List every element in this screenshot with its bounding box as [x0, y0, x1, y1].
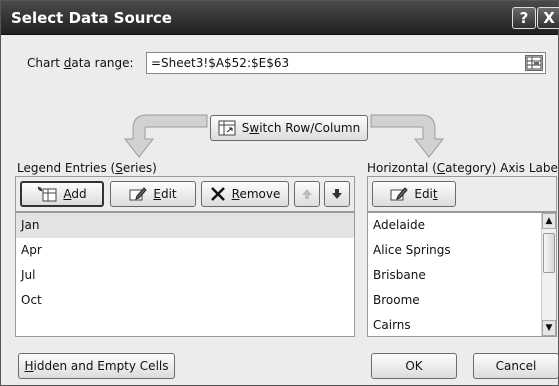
range-collapse-icon[interactable] [525, 55, 543, 71]
move-down-arrow-icon [331, 188, 343, 200]
axis-list-scrollbar[interactable]: ▲ ▼ [541, 213, 556, 336]
ok-button[interactable]: OK [371, 353, 457, 379]
add-series-button[interactable]: Add [20, 181, 104, 207]
edit-axis-labels-label: Edit [414, 187, 438, 201]
move-down-button[interactable] [324, 181, 350, 207]
edit-pencil-icon [129, 186, 148, 202]
edit-series-label: Edit [153, 187, 177, 201]
add-series-label: Add [63, 187, 87, 201]
list-item[interactable]: Cairns [368, 313, 556, 336]
list-item[interactable]: Brisbane [368, 263, 556, 288]
list-item[interactable]: Jul [16, 263, 354, 288]
cancel-button[interactable]: Cancel [473, 353, 559, 379]
list-item[interactable]: Broome [368, 288, 556, 313]
select-data-source-dialog: Select Data Source ? X Chart data range:… [0, 0, 559, 386]
chart-data-range-value: =Sheet3!$A$52:$E$63 [151, 56, 290, 70]
close-button[interactable]: X [537, 7, 559, 29]
switch-row-column-label: Switch Row/Column [241, 121, 361, 135]
move-up-arrow-icon [301, 188, 313, 200]
scroll-down-arrow-icon[interactable]: ▼ [542, 320, 556, 336]
edit-series-button[interactable]: Edit [110, 181, 196, 207]
remove-x-icon [210, 186, 226, 202]
list-item[interactable]: Oct [16, 288, 354, 313]
dialog-title: Select Data Source [11, 9, 172, 27]
remove-series-button[interactable]: Remove [201, 181, 289, 207]
help-button[interactable]: ? [512, 7, 536, 29]
list-item[interactable]: Alice Springs [368, 238, 556, 263]
remove-series-label: Remove [231, 187, 281, 201]
list-item[interactable]: Adelaide [368, 213, 556, 238]
axis-labels-label: Horizontal (Category) Axis Labels [367, 161, 559, 175]
legend-series-list[interactable]: Jan Apr Jul Oct [15, 212, 355, 337]
chart-data-range-label: Chart data range: [27, 56, 134, 70]
edit-axis-labels-button[interactable]: Edit [372, 181, 456, 207]
legend-entries-label: Legend Entries (Series) [17, 161, 157, 175]
list-item[interactable]: Apr [16, 238, 354, 263]
switch-row-column-icon [218, 120, 236, 136]
edit-pencil-icon [390, 186, 409, 202]
move-up-button[interactable] [294, 181, 320, 207]
chart-data-range-input[interactable]: =Sheet3!$A$52:$E$63 [146, 52, 546, 74]
hidden-empty-cells-label: Hidden and Empty Cells [24, 359, 169, 373]
hidden-empty-cells-button[interactable]: Hidden and Empty Cells [18, 353, 175, 379]
scroll-up-arrow-icon[interactable]: ▲ [542, 213, 556, 229]
switch-row-column-button[interactable]: Switch Row/Column [210, 115, 368, 141]
add-series-icon [37, 186, 57, 202]
axis-labels-list[interactable]: Adelaide Alice Springs Brisbane Broome C… [367, 212, 557, 337]
title-bar[interactable]: Select Data Source ? X [1, 1, 559, 35]
list-item[interactable]: Jan [16, 213, 354, 238]
scroll-thumb[interactable] [543, 233, 555, 273]
